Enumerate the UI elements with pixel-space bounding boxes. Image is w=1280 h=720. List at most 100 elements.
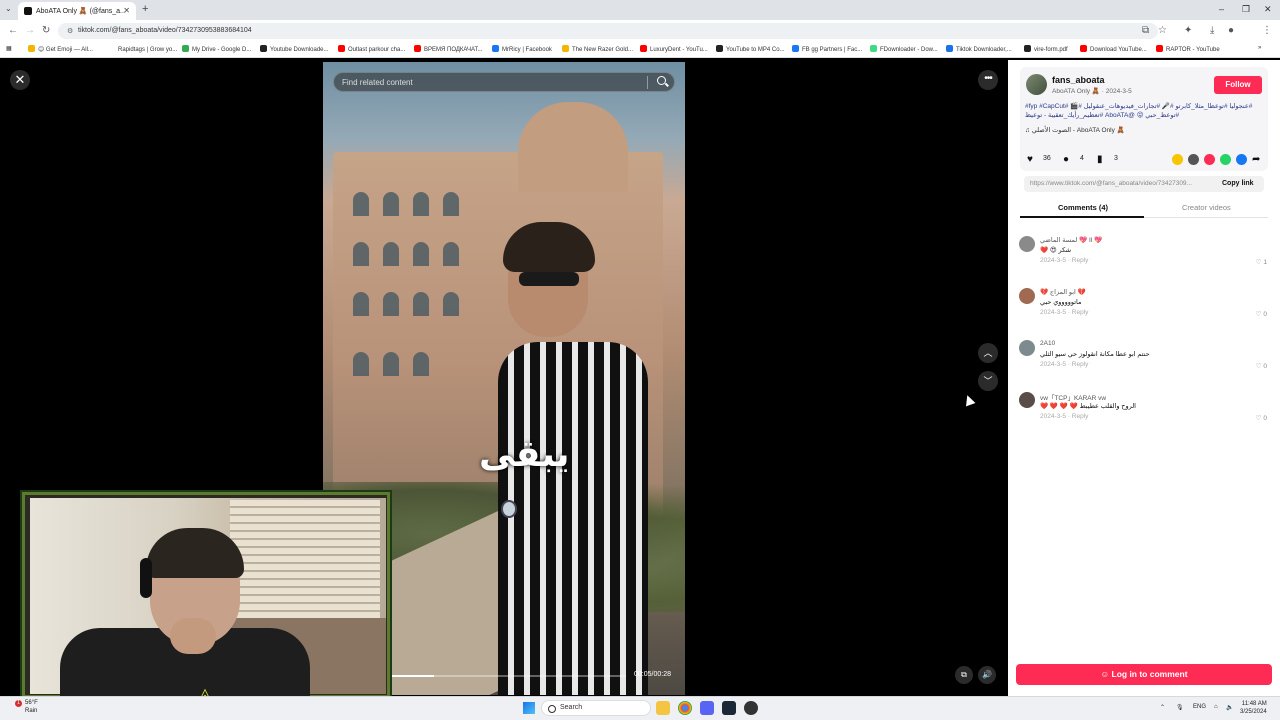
download-icon[interactable]: ⤓ [1210, 25, 1214, 36]
comment-meta[interactable]: 2024-3-5 · Reply [1040, 309, 1088, 316]
forward-icon[interactable]: → [25, 25, 35, 36]
apps-icon[interactable]: ▦ [6, 45, 12, 52]
menu-icon[interactable]: ⋮ [1262, 25, 1272, 36]
discord-icon[interactable] [700, 701, 714, 715]
video-progress-bar[interactable] [392, 675, 626, 677]
comment-like[interactable]: ♡ 0 [1256, 362, 1267, 370]
commenter-avatar[interactable] [1019, 236, 1035, 252]
active-tab-indicator [1020, 216, 1144, 218]
commenter-avatar[interactable] [1019, 392, 1035, 408]
bookmark-item[interactable]: FB gg Partners | Fac... [792, 45, 862, 53]
comment-bubble-icon[interactable]: ● [1063, 154, 1069, 165]
bookmark-icon[interactable]: ▮ [1097, 154, 1103, 165]
comment-item: لمسة الماضي 💖 II 💖 ❤️ 😍 شكر 2024-3-5 · R… [1019, 236, 1271, 282]
more-share-icon[interactable]: ➦ [1252, 154, 1260, 165]
windows-start-icon[interactable] [523, 702, 535, 714]
music-credit[interactable]: ♫ الصوت الأصلي - AboATA Only 🧸 [1025, 126, 1125, 134]
next-video-button[interactable]: ﹀ [978, 371, 998, 391]
previous-video-button[interactable]: ︿ [978, 343, 998, 363]
steam-icon[interactable] [722, 701, 736, 715]
commenter-name[interactable]: 2A10 [1040, 340, 1055, 347]
friends-share-icon[interactable] [1204, 154, 1215, 165]
volume-button[interactable]: 🔊 [978, 666, 996, 684]
comment-like[interactable]: ♡ 1 [1256, 258, 1267, 266]
bookmark-item[interactable]: FDownloader - Dow... [870, 45, 938, 53]
commenter-avatar[interactable] [1019, 288, 1035, 304]
tiktok-favicon-icon [24, 7, 32, 15]
bookmark-item[interactable]: LuxuryDent - YouTu... [640, 45, 708, 53]
code-share-icon[interactable] [1188, 154, 1199, 165]
tab-list-icon[interactable]: ⌄ [5, 4, 12, 13]
embed-share-icon[interactable] [1172, 154, 1183, 165]
author-username[interactable]: fans_aboata [1052, 75, 1105, 85]
miniplayer-button[interactable]: ⧉ [955, 666, 973, 684]
system-clock[interactable]: 11:48 AM 3/25/2024 [1240, 700, 1267, 716]
bookmark-item[interactable]: RAPTOR - YouTube [1156, 45, 1220, 53]
bookmark-item[interactable]: MrRicy | Facebook [492, 45, 552, 53]
taskbar-search[interactable]: Search [541, 700, 651, 716]
tray-chevron-icon[interactable]: ⌃ [1160, 704, 1165, 711]
window-close-icon[interactable]: ✕ [1264, 4, 1272, 15]
commenter-avatar[interactable] [1019, 340, 1035, 356]
comment-meta[interactable]: 2024-3-5 · Reply [1040, 361, 1088, 368]
video-description: #عنجولیا #توعظا_مثلا_كابرتو #🎤 #تجارات_ف… [1025, 103, 1253, 119]
mic-icon[interactable]: 🎙 [1176, 704, 1184, 711]
bookmark-star-icon[interactable]: ☆ [1158, 25, 1167, 36]
comment-meta[interactable]: 2024-3-5 · Reply [1040, 257, 1088, 264]
comment-like[interactable]: ♡ 0 [1256, 310, 1267, 318]
site-info-icon[interactable]: ⚙ [67, 27, 73, 35]
file-explorer-icon[interactable] [656, 701, 670, 715]
commenter-name[interactable]: vw「TCP」KARAR vw [1040, 392, 1106, 402]
minimize-icon[interactable]: – [1219, 4, 1224, 14]
volume-tray-icon[interactable]: 🔈 [1226, 704, 1233, 711]
url-input[interactable]: tiktok.com/@fans_aboata/video/7342730953… [58, 23, 1158, 39]
chevron-down-icon: ﹀ [983, 376, 993, 386]
obs-icon[interactable] [744, 701, 758, 715]
headset-image [140, 558, 152, 598]
bookmark-item[interactable]: Download YouTube... [1080, 45, 1147, 53]
commenter-name[interactable]: 💔 ابو المزاج 💔 [1040, 288, 1086, 296]
follow-button[interactable]: Follow [1214, 76, 1262, 94]
login-to-comment-button[interactable]: ☺ Log in to comment [1016, 664, 1272, 685]
bookmark-item[interactable]: Rapidtags | Grow yo... [108, 45, 177, 53]
related-search-input[interactable]: Find related content [333, 72, 675, 92]
tab-comments[interactable]: Comments (4) [1058, 203, 1108, 212]
bookmark-item[interactable]: Outlast parkour cha... [338, 45, 405, 53]
close-viewer-button[interactable]: ✕ [10, 70, 30, 90]
copy-link-button[interactable]: Copy link [1222, 180, 1254, 187]
author-avatar[interactable] [1026, 74, 1047, 95]
like-heart-icon[interactable]: ♥ [1027, 154, 1033, 165]
facebook-share-icon[interactable] [1236, 154, 1247, 165]
commenter-name[interactable]: لمسة الماضي 💖 II 💖 [1040, 236, 1103, 244]
profile-icon[interactable]: ● [1228, 25, 1234, 36]
more-options-button[interactable]: ••• [978, 70, 998, 90]
bookmark-item[interactable]: Tiktok Downloader,... [946, 45, 1012, 53]
chrome-icon[interactable] [678, 701, 692, 715]
bookmark-item[interactable]: ВРЕМЯ ПОДКАЧАТ... [414, 45, 482, 53]
search-icon[interactable] [657, 76, 666, 85]
browser-tab[interactable]: AboATA Only 🧸 (@fans_a... ✕ [18, 2, 136, 20]
bookmark-item[interactable]: YouTube to MP4 Co... [716, 45, 785, 53]
tab-close-icon[interactable]: ✕ [123, 6, 130, 15]
bookmark-item[interactable]: The New Razer Gold... [562, 45, 633, 53]
whatsapp-share-icon[interactable] [1220, 154, 1231, 165]
bookmark-item[interactable]: vire-form.pdf [1024, 45, 1068, 53]
new-tab-icon[interactable]: + [142, 3, 148, 15]
weather-widget[interactable]: 56°F Rain [25, 699, 38, 715]
clock-time: 11:48 AM [1241, 701, 1267, 707]
bookmark-item[interactable]: 😊 Get Emoji — All... [28, 45, 93, 53]
bookmark-item[interactable]: My Drive - Google D... [182, 45, 251, 53]
network-icon[interactable]: ⌂ [1214, 704, 1218, 710]
comment-icon: ☺ [1100, 669, 1112, 679]
back-icon[interactable]: ← [8, 25, 18, 36]
language-indicator[interactable]: ENG [1193, 704, 1206, 710]
extensions-icon[interactable]: ✦ [1184, 25, 1192, 36]
tab-creator-videos[interactable]: Creator videos [1182, 203, 1231, 212]
cast-icon[interactable]: ⧉ [1142, 25, 1149, 36]
comment-like[interactable]: ♡ 0 [1256, 414, 1267, 422]
more-bookmarks-icon[interactable]: » [1258, 45, 1261, 51]
maximize-icon[interactable]: ❐ [1242, 4, 1250, 15]
comment-meta[interactable]: 2024-3-5 · Reply [1040, 413, 1088, 420]
reload-icon[interactable]: ↻ [42, 25, 50, 36]
bookmark-item[interactable]: Youtube Downloade... [260, 45, 329, 53]
